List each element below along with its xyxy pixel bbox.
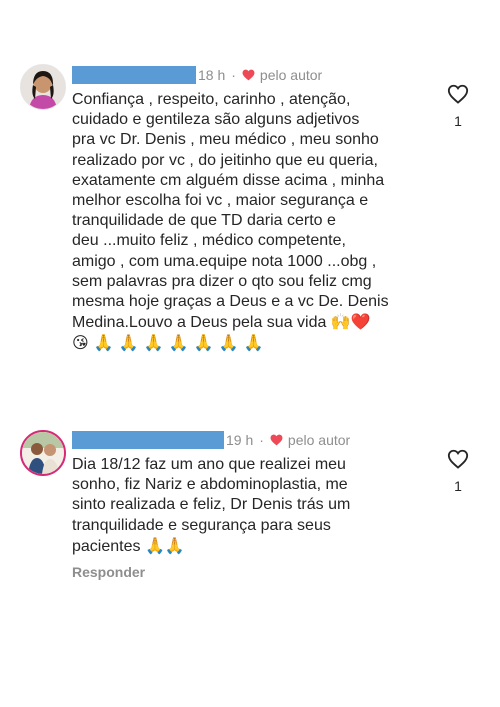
redacted-username (72, 431, 224, 449)
separator-dot: · (231, 67, 236, 83)
comment-line-last: Medina.Louvo a Deus pela sua vida 🙌❤️ (72, 312, 442, 333)
like-column: 1 (446, 448, 470, 494)
like-column: 1 (446, 83, 470, 129)
comment-line: sinto realizada e feliz, Dr Denis trás u… (72, 496, 351, 514)
comment-line: pacientes (72, 537, 141, 555)
comment-line: sonho, fiz Nariz e abdominoplastia, me (72, 476, 348, 494)
like-count: 1 (454, 113, 462, 129)
comment-meta: 19 h · pelo autor (72, 430, 350, 450)
comment-line: melhor escolha foi vc , maior segurança … (72, 192, 369, 210)
comment-line: realizado por vc , do jeitinho que eu qu… (72, 151, 378, 169)
emoji-group: 🙌❤️ (330, 312, 371, 332)
comment-meta: 18 h · pelo autor (72, 65, 322, 85)
heart-outline-icon[interactable] (447, 448, 469, 470)
comment-line: pra vc Dr. Denis , meu médico , meu sonh… (72, 131, 379, 149)
comment-line: deu ...muito feliz , médico competente, (72, 232, 346, 250)
heart-filled-icon (242, 69, 255, 81)
comment-line: Dia 18/12 faz um ano que realizei meu (72, 456, 346, 473)
redacted-username (72, 66, 196, 84)
author-badge: pelo autor (287, 432, 351, 448)
comment-line: Medina.Louvo a Deus pela sua vida (72, 314, 327, 332)
comment-body: Dia 18/12 faz um ano que realizei meu so… (72, 455, 442, 557)
comment-line: exatamente cm alguém disse acima , minha (72, 171, 385, 189)
comment-line: mesma hoje graças a Deus e a vc De. Deni… (72, 293, 389, 311)
heart-outline-icon[interactable] (447, 83, 469, 105)
comment-line: sem palavras pra dizer o qto sou feliz c… (72, 272, 372, 290)
avatar[interactable] (20, 430, 66, 476)
comment-time: 19 h (226, 432, 254, 448)
emoji-group: 🙏🙏 (144, 535, 185, 555)
avatar[interactable] (20, 64, 66, 110)
comment-line: amigo , com uma.equipe nota 1000 ...obg … (72, 252, 377, 270)
comment-body: Confiança , respeito, carinho , atenção,… (72, 90, 442, 354)
comment-line-last: pacientes 🙏🙏 (72, 536, 442, 557)
heart-filled-icon (270, 434, 283, 446)
comment-line: tranquilidade e segurança para seus (72, 516, 331, 534)
reply-button[interactable]: Responder (72, 564, 145, 580)
comment-time: 18 h (198, 67, 226, 83)
author-badge: pelo autor (259, 67, 323, 83)
comment-line: tranquilidade de que TD daria certo e (72, 212, 336, 230)
like-count: 1 (454, 478, 462, 494)
emoji-line: 😘 🙏 🙏 🙏 🙏 🙏 🙏 🙏 (72, 333, 264, 353)
comment-line: Confiança , respeito, carinho , atenção, (72, 91, 351, 108)
comment-line: cuidado e gentileza são alguns adjetivos (72, 111, 360, 129)
separator-dot: · (259, 432, 264, 448)
